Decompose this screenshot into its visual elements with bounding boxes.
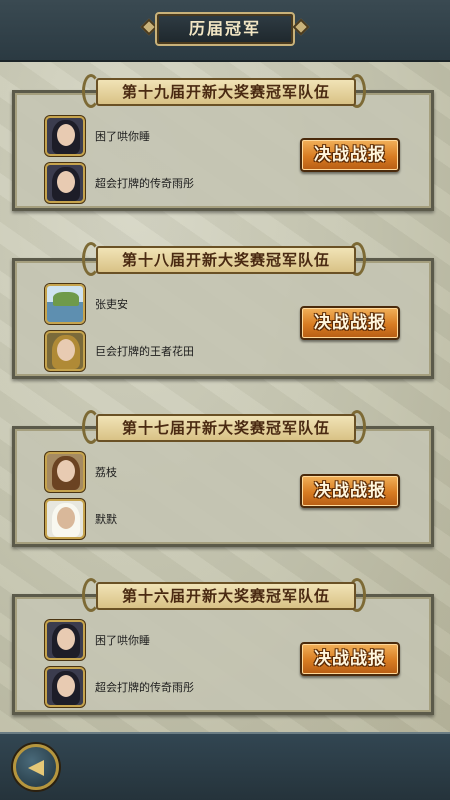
champion-entry: 第十七届开新大奖赛冠军队伍 荔枝 默默 决战战报	[12, 410, 434, 547]
champions-list[interactable]: 第十九届开新大奖赛冠军队伍 困了哄你睡 超会打牌的传奇雨彤 决战战报 第十八届开…	[0, 62, 450, 732]
entry-title: 第十八届开新大奖赛冠军队伍	[96, 246, 356, 274]
golden-armored-hero-portrait-icon	[45, 331, 85, 371]
champion-entry: 第十六届开新大奖赛冠军队伍 困了哄你睡 超会打牌的传奇雨彤 决战战报	[12, 578, 434, 715]
battle-report-button[interactable]: 决战战报	[300, 474, 400, 508]
page-title: 历届冠军	[155, 12, 295, 46]
team-member: 困了哄你睡	[45, 620, 150, 660]
member-name: 荔枝	[95, 466, 117, 479]
member-name: 超会打牌的传奇雨彤	[95, 681, 194, 694]
team-member: 超会打牌的传奇雨彤	[45, 163, 194, 203]
entry-title: 第十六届开新大奖赛冠军队伍	[96, 582, 356, 610]
member-name: 张吏安	[95, 298, 128, 311]
battle-report-button[interactable]: 决战战报	[300, 642, 400, 676]
bottom-bar	[0, 732, 450, 800]
back-arrow-icon	[28, 760, 44, 776]
team-member: 默默	[45, 499, 117, 539]
entry-title: 第十九届开新大奖赛冠军队伍	[96, 78, 356, 106]
member-name: 巨会打牌的王者花田	[95, 345, 194, 358]
white-winged-hero-portrait-icon	[45, 499, 85, 539]
back-button[interactable]	[13, 744, 59, 790]
member-name: 困了哄你睡	[95, 634, 150, 647]
dark-haired-hero-portrait-icon	[45, 667, 85, 707]
champion-entry: 第十九届开新大奖赛冠军队伍 困了哄你睡 超会打牌的传奇雨彤 决战战报	[12, 74, 434, 211]
battle-report-button[interactable]: 决战战报	[300, 306, 400, 340]
team-member: 张吏安	[45, 284, 128, 324]
header-ornament-right	[292, 18, 310, 36]
dark-haired-hero-portrait-icon	[45, 116, 85, 156]
team-member: 巨会打牌的王者花田	[45, 331, 194, 371]
entry-title: 第十七届开新大奖赛冠军队伍	[96, 414, 356, 442]
champion-entry: 第十八届开新大奖赛冠军队伍 张吏安 巨会打牌的王者花田 决战战报	[12, 242, 434, 379]
header-bar: 历届冠军	[0, 0, 450, 62]
dark-haired-hero-portrait-icon	[45, 163, 85, 203]
dark-haired-hero-portrait-icon	[45, 620, 85, 660]
member-name: 默默	[95, 513, 117, 526]
brown-haired-heroine-portrait-icon	[45, 452, 85, 492]
member-name: 困了哄你睡	[95, 130, 150, 143]
team-member: 超会打牌的传奇雨彤	[45, 667, 194, 707]
team-member: 困了哄你睡	[45, 116, 150, 156]
team-member: 荔枝	[45, 452, 117, 492]
member-name: 超会打牌的传奇雨彤	[95, 177, 194, 190]
battle-report-button[interactable]: 决战战报	[300, 138, 400, 172]
lake-landscape-portrait-icon	[45, 284, 85, 324]
